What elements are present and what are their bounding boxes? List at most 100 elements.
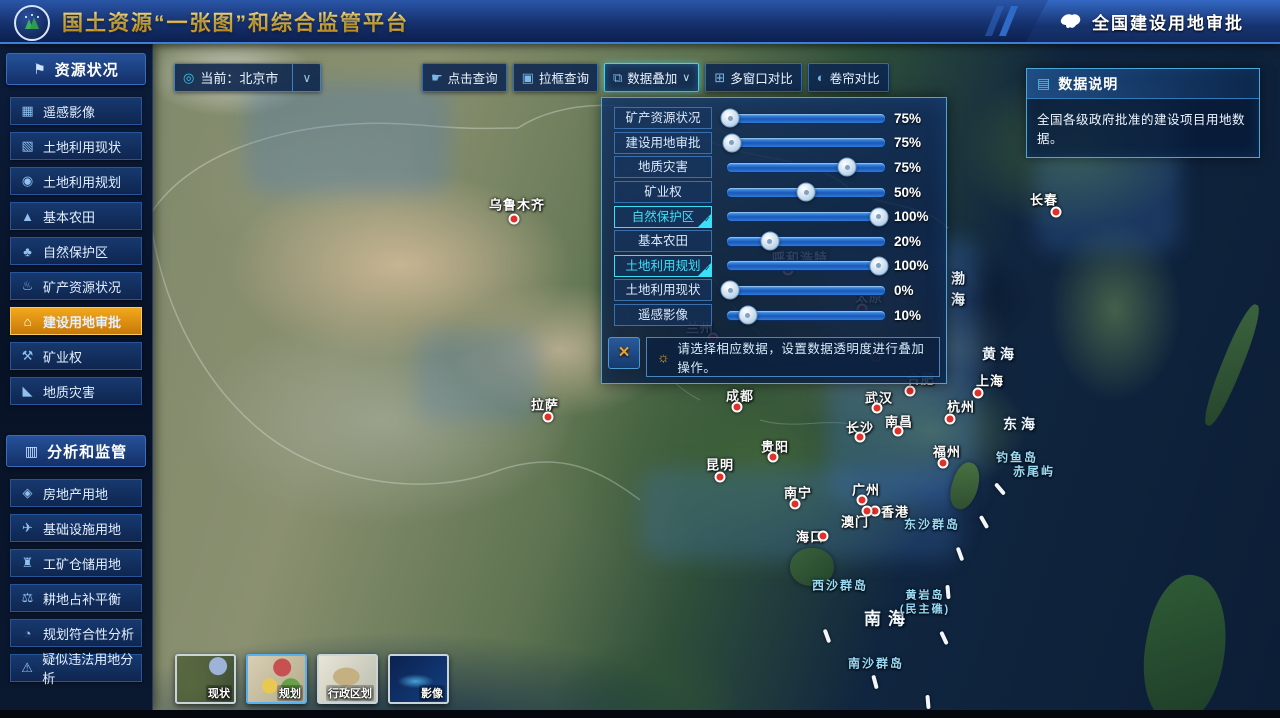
data-description-title: 数据说明 [1058,74,1118,94]
sidebar-item[interactable]: ⚒ 矿业权 [10,342,142,370]
bar-chart-icon: ▥ [25,443,39,460]
layer-row: 土地利用规划100% [602,254,946,279]
farmland-icon: ▲ [20,209,35,224]
city-marker [818,531,829,542]
map-label-sub: (民主礁) [886,603,964,617]
sidebar-item[interactable]: ◉土地利用规划 [10,167,142,195]
sidebar-item[interactable]: ◔规划符合性分析 [10,619,142,647]
layer-toggle-button[interactable]: 建设用地审批 [614,132,712,154]
sidebar-group-header: ⚑资源状况 [6,53,146,85]
sidebar-item[interactable]: ▲基本农田 [10,202,142,230]
warehouse-icon: ♜ [20,555,35,571]
opacity-value: 20% [894,234,934,249]
city-marker [509,214,520,225]
layer-panel-footer: × ☼ 请选择相应数据，设置数据透明度进行叠加操作。 [602,333,946,383]
opacity-slider[interactable] [726,162,886,173]
layer-toggle-button[interactable]: 土地利用现状 [614,279,712,301]
layer-toggle-button[interactable]: 矿业权 [614,181,712,203]
map-label: 渤海 [948,271,968,313]
opacity-slider[interactable] [726,113,886,124]
region-selector[interactable]: ◎ 当前：北京市 ∨ [174,63,321,92]
chevron-down-icon[interactable]: ∨ [292,64,320,91]
sidebar-item[interactable]: ▦遥感影像 [10,97,142,125]
sidebar-item[interactable]: ♣ 自然保护区 [10,237,142,265]
layer-toggle-button[interactable]: 地质灾害 [614,156,712,178]
slider-handle[interactable] [760,232,779,251]
slider-handle[interactable] [721,281,740,300]
opacity-slider[interactable] [726,236,886,247]
bulb-icon: ☼ [657,349,670,365]
map-style-thumbnail[interactable]: 行政区划 [317,654,378,704]
app-header: 国土资源“一张图”和综合监管平台 全国建设用地审批 [0,0,1280,44]
toolbar-button[interactable]: ☛点击查询 [422,63,507,92]
bottom-edge [0,710,1280,718]
click-query-icon: ☛ [431,70,443,86]
sidebar-item[interactable]: ◣地质灾害 [10,377,142,405]
slider-handle[interactable] [869,207,888,226]
layer-toggle-button[interactable]: 遥感影像 [614,304,712,326]
sidebar-item-label: 矿业权 [43,347,82,366]
opacity-slider[interactable] [726,260,886,271]
toolbar-buttons: ☛点击查询▣拉框查询⧉数据叠加∨⊞多窗口对比◐卷帘对比 [422,63,889,92]
layer-toggle-button[interactable]: 基本农田 [614,230,712,252]
layer-toggle-button[interactable]: 自然保护区 [614,206,712,228]
map-style-thumbnail[interactable]: 影像 [388,654,449,704]
sidebar-item[interactable]: ⌂建设用地审批 [10,307,142,335]
map-label: 东沙群岛 [904,516,960,533]
data-overlay-panel: 矿产资源状况75%建设用地审批75%地质灾害75%矿业权50%自然保护区100%… [601,97,947,384]
panel-hint: ☼ 请选择相应数据，设置数据透明度进行叠加操作。 [646,337,940,377]
sidebar-item[interactable]: ♜工矿仓储用地 [10,549,142,577]
layer-overlay-patch [245,82,450,194]
map-style-thumbnail[interactable]: 现状 [175,654,236,704]
sidebar-item[interactable]: ⚖耕地占补平衡 [10,584,142,612]
map-label: 东海 [1003,414,1039,434]
opacity-slider[interactable] [726,187,886,198]
city-marker [945,414,956,425]
thumbnail-label: 影像 [419,685,445,701]
toolbar-button[interactable]: ⧉数据叠加∨ [604,63,699,92]
toolbar-button-label: 数据叠加 [627,68,677,87]
opacity-value: 75% [894,111,934,126]
toolbar-button-label: 多窗口对比 [730,68,793,87]
curtain-icon: ◐ [817,70,825,85]
nature-reserve-icon: ♣ [20,244,35,259]
layers-icon: ⧉ [613,70,622,86]
sidebar-item[interactable]: ▧土地利用现状 [10,132,142,160]
sidebar-item[interactable]: ♨矿产资源状况 [10,272,142,300]
slider-handle[interactable] [797,183,816,202]
slider-handle[interactable] [838,158,857,177]
opacity-slider[interactable] [726,137,886,148]
toolbar-button[interactable]: ◐卷帘对比 [808,63,889,92]
toolbar-button[interactable]: ▣拉框查询 [513,63,598,92]
sidebar-item[interactable]: ⚠疑似违法用地分析 [10,654,142,682]
slider-handle[interactable] [869,256,888,275]
city-marker [862,506,873,517]
current-module-banner: 全国建设用地审批 [1022,0,1280,42]
thumbnail-label: 规划 [277,685,303,701]
sidebar-item-label: 自然保护区 [43,242,108,261]
sidebar-groups: ⚑资源状况 ▦遥感影像 ▧土地利用现状 ◉土地利用规划 ▲基本农田 ♣ 自然保护区 ♨矿产资源… [0,53,152,682]
box-query-icon: ▣ [522,70,534,86]
opacity-slider[interactable] [726,310,886,321]
slider-handle[interactable] [722,133,741,152]
sidebar-item[interactable]: ✈基础设施用地 [10,514,142,542]
sidebar-item[interactable]: ◈房地产用地 [10,479,142,507]
city-marker [543,412,554,423]
map-style-thumbnail[interactable]: 规划 [246,654,307,704]
sidebar-item-label: 耕地占补平衡 [43,589,121,608]
city-marker [768,452,779,463]
layer-row: 矿业权50% [602,180,946,205]
mining-right-icon: ⚒ [20,348,35,364]
slider-handle[interactable] [721,109,740,128]
opacity-slider[interactable] [726,211,886,222]
layer-toggle-button[interactable]: 土地利用规划 [614,255,712,277]
city-marker [938,458,949,469]
toolbar-button[interactable]: ⊞多窗口对比 [705,63,801,92]
opacity-value: 75% [894,135,934,150]
slider-handle[interactable] [738,306,757,325]
opacity-slider[interactable] [726,285,886,296]
layer-toggle-button[interactable]: 矿产资源状况 [614,107,712,129]
close-button[interactable]: × [608,337,640,369]
map-label: 黄岩岛(民主礁) [886,589,964,618]
city-marker [732,402,743,413]
